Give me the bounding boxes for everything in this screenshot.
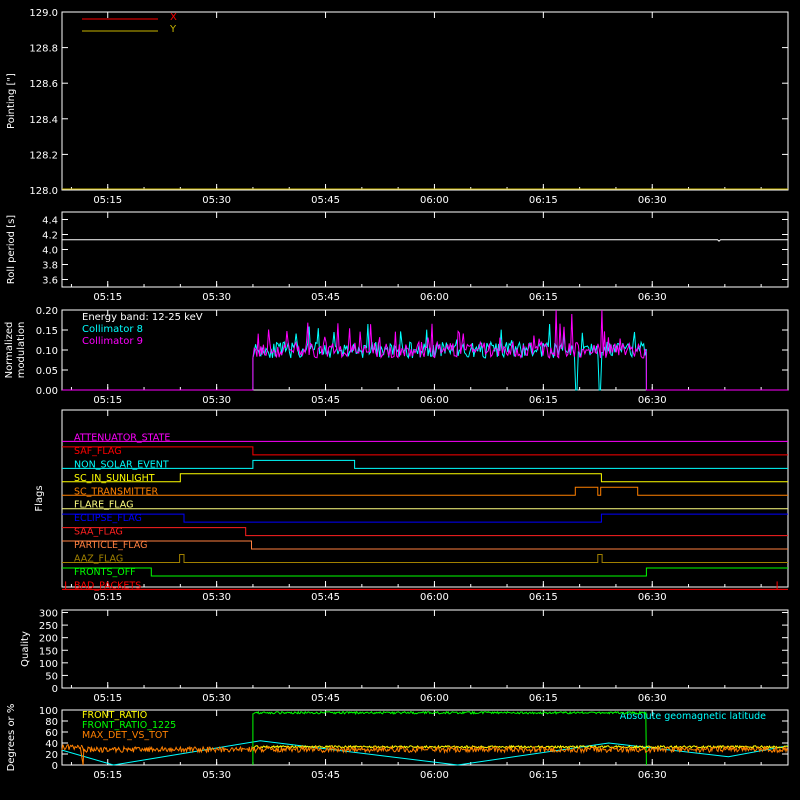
flag-label: NON_SOLAR_EVENT: [74, 459, 169, 470]
y-tick-label: 0.15: [36, 326, 58, 337]
x-tick-label: 06:00: [420, 395, 449, 406]
flag-label: SAF_FLAG: [74, 446, 122, 457]
y-tick-label: 250: [39, 621, 58, 632]
y-tick-label: 0.05: [36, 366, 58, 377]
x-tick-label: 06:00: [420, 770, 449, 781]
energy-band-annotation: Energy band: 12-25 keV: [82, 312, 203, 323]
y-tick-label: 60: [45, 728, 58, 739]
x-tick-label: 05:30: [202, 770, 231, 781]
flag-label: PARTICLE_FLAG: [74, 540, 147, 551]
y-tick-label: 0: [52, 761, 58, 772]
x-tick-label: 05:45: [311, 292, 340, 303]
y-tick-label: 4.0: [42, 246, 58, 257]
flag-label: SC_TRANSMITTER: [74, 486, 159, 497]
y-tick-label: 3.8: [42, 261, 58, 272]
y-tick-label: 0.10: [36, 346, 58, 357]
x-tick-label: 06:30: [638, 592, 667, 603]
flag-label: BAD_PACKETS: [74, 580, 141, 591]
y-tick-label: 128.8: [29, 44, 58, 55]
y-tick-label: 129.0: [29, 8, 58, 19]
legend-label: X: [170, 12, 177, 23]
x-tick-label: 05:45: [311, 693, 340, 704]
x-tick-label: 05:15: [93, 395, 122, 406]
x-tick-label: 06:15: [529, 693, 558, 704]
y-tick-label: 0.20: [36, 306, 58, 317]
y-axis-label: Quality: [20, 631, 31, 667]
x-tick-label: 06:30: [638, 292, 667, 303]
x-tick-label: 06:15: [529, 195, 558, 206]
x-tick-label: 05:15: [93, 693, 122, 704]
x-tick-label: 06:15: [529, 592, 558, 603]
y-axis-label: Degrees or %: [6, 704, 17, 772]
flag-label: FRONTS_OFF: [74, 567, 136, 578]
x-tick-label: 05:30: [202, 292, 231, 303]
flag-label: SAA_FLAG: [74, 527, 123, 538]
x-tick-label: 06:30: [638, 770, 667, 781]
x-tick-label: 05:45: [311, 395, 340, 406]
y-tick-label: 128.2: [29, 150, 58, 161]
y-tick-label: 150: [39, 646, 58, 657]
x-tick-label: 05:15: [93, 195, 122, 206]
x-tick-label: 06:00: [420, 592, 449, 603]
quicklook-figure: 05:15 05:30 05:45 06:00 06:15 06:30 128.0 128.2…: [0, 0, 800, 800]
y-tick-label: 3.6: [42, 276, 58, 287]
y-axis-label: Roll period [s]: [6, 215, 17, 284]
y-tick-label: 0.00: [36, 386, 58, 397]
flag-label: ATTENUATOR_STATE: [74, 432, 170, 443]
x-tick-label: 06:15: [529, 292, 558, 303]
y-tick-label: 300: [39, 609, 58, 620]
x-tick-label: 05:30: [202, 592, 231, 603]
y-tick-label: 4.2: [42, 231, 58, 242]
y-tick-label: 40: [45, 739, 58, 750]
x-tick-label: 05:30: [202, 693, 231, 704]
legend-label: MAX_DET_VS_TOT: [82, 730, 168, 741]
x-tick-label: 06:30: [638, 693, 667, 704]
flag-label: FLARE_FLAG: [74, 500, 134, 511]
x-tick-label: 06:00: [420, 195, 449, 206]
x-tick-label: 05:45: [311, 195, 340, 206]
y-axis-label: Pointing ["]: [6, 73, 17, 129]
y-axis-label: Flags: [34, 485, 45, 511]
y-tick-label: 200: [39, 634, 58, 645]
y-axis-label: modulation: [16, 322, 27, 379]
x-tick-label: 05:45: [311, 770, 340, 781]
x-tick-label: 06:00: [420, 292, 449, 303]
y-tick-label: 4.4: [42, 216, 58, 227]
x-tick-label: 06:15: [529, 770, 558, 781]
x-tick-label: 06:15: [529, 395, 558, 406]
x-tick-label: 05:30: [202, 395, 231, 406]
x-tick-label: 06:00: [420, 693, 449, 704]
flag-label: SC_IN_SUNLIGHT: [74, 473, 155, 484]
x-tick-label: 05:15: [93, 592, 122, 603]
x-tick-label: 05:30: [202, 195, 231, 206]
x-tick-label: 06:30: [638, 395, 667, 406]
y-tick-label: 100: [39, 706, 58, 717]
flag-label: ECLIPSE_FLAG: [74, 513, 142, 524]
y-tick-label: 128.4: [29, 115, 58, 126]
y-tick-label: 50: [45, 671, 58, 682]
x-tick-label: 05:45: [311, 592, 340, 603]
y-tick-label: 80: [45, 717, 58, 728]
y-tick-label: 128.0: [29, 186, 58, 197]
y-axis-label: Normalized: [4, 322, 15, 379]
x-tick-label: 05:15: [93, 770, 122, 781]
y-tick-label: 20: [45, 750, 58, 761]
flag-label: AAZ_FLAG: [74, 554, 123, 565]
legend-label: Collimator 9: [82, 336, 143, 347]
legend-label: Y: [169, 24, 177, 35]
x-tick-label: 05:15: [93, 292, 122, 303]
x-tick-label: 06:30: [638, 195, 667, 206]
y-tick-label: 128.6: [29, 79, 58, 90]
y-tick-label: 100: [39, 659, 58, 670]
y-tick-label: 0: [52, 684, 58, 695]
legend-label: Collimator 8: [82, 324, 143, 335]
